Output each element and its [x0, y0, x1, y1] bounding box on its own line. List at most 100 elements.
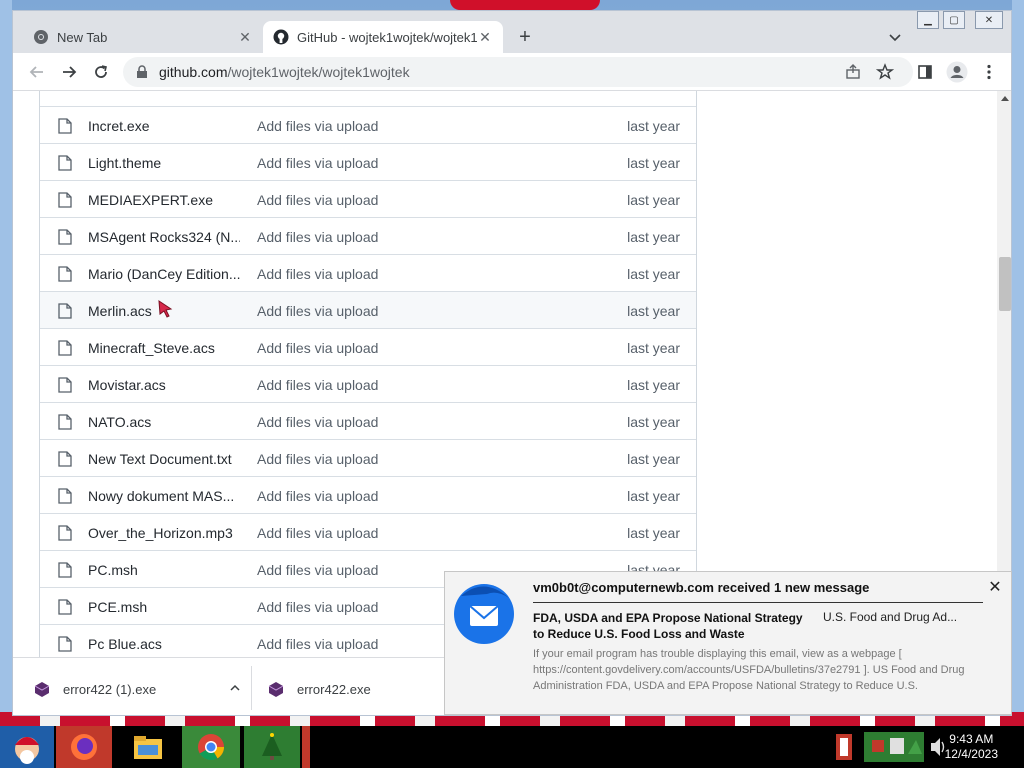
table-row[interactable]: Mario (DanCey Edition... Add files via up…: [40, 254, 696, 291]
close-icon[interactable]: ✕: [987, 579, 1003, 596]
commit-message-link[interactable]: Add files via upload: [257, 414, 457, 430]
commit-message-link[interactable]: Add files via upload: [257, 525, 457, 541]
commit-message-link[interactable]: Add files via upload: [257, 562, 457, 578]
avatar-icon: [946, 61, 968, 83]
profile-button[interactable]: [945, 60, 969, 84]
address-bar[interactable]: github.com/wojtek1wojtek/wojtek1wojtek: [123, 57, 913, 87]
table-row[interactable]: Light.theme Add files via upload last year: [40, 143, 696, 180]
commit-message-link[interactable]: Add files via upload: [257, 340, 457, 356]
download-item[interactable]: error422.exe: [267, 672, 447, 706]
chevron-down-icon[interactable]: [883, 25, 907, 49]
email-notification[interactable]: vm0b0t@computernewb.com received 1 new m…: [444, 571, 1012, 715]
start-button[interactable]: [0, 726, 54, 768]
scrollbar-thumb[interactable]: [999, 257, 1011, 311]
file-name-link[interactable]: PC.msh: [88, 562, 240, 578]
file-name-link[interactable]: New Text Document.txt: [88, 451, 240, 467]
kebab-menu-icon: [987, 64, 991, 80]
file-icon: [58, 525, 72, 541]
commit-message-link[interactable]: Add files via upload: [257, 488, 457, 504]
taskbar-file-explorer[interactable]: [124, 726, 172, 768]
firefox-icon: [71, 734, 97, 760]
url-path: /wojtek1wojtek/wojtek1wojtek: [227, 64, 410, 80]
file-icon: [58, 562, 72, 578]
commit-message-link[interactable]: Add files via upload: [257, 599, 457, 615]
arrow-right-icon: [63, 66, 77, 78]
commit-date: last year: [627, 414, 680, 430]
maximize-button[interactable]: ▢: [943, 11, 965, 29]
commit-date: last year: [627, 340, 680, 356]
commit-message-link[interactable]: Add files via upload: [257, 266, 457, 282]
back-button[interactable]: [25, 60, 49, 84]
table-row[interactable]: Over_the_Horizon.mp3 Add files via upload…: [40, 513, 696, 550]
table-row[interactable]: NATO.acs Add files via upload last year: [40, 402, 696, 439]
file-name-link[interactable]: PCE.msh: [88, 599, 240, 615]
table-row[interactable]: Movistar.acs Add files via upload last yea…: [40, 365, 696, 402]
commit-date: last year: [627, 192, 680, 208]
table-row[interactable]: Minecraft_Steve.acs Add files via upload l…: [40, 328, 696, 365]
commit-message-link[interactable]: Add files via upload: [257, 636, 457, 652]
thunderbird-icon: [454, 584, 514, 644]
file-name-link[interactable]: Nowy dokument MAS...: [88, 488, 240, 504]
clock-time: 9:43 AM: [949, 732, 994, 746]
notification-sender: U.S. Food and Drug Ad...: [823, 610, 958, 624]
executable-file-icon: [268, 682, 284, 697]
network-status-icon[interactable]: [864, 730, 924, 764]
side-panel-button[interactable]: [913, 60, 937, 84]
file-name-link[interactable]: Mario (DanCey Edition...: [88, 266, 240, 282]
close-icon[interactable]: ✕: [477, 29, 493, 45]
close-icon[interactable]: ✕: [237, 29, 253, 45]
commit-message-link[interactable]: Add files via upload: [257, 118, 457, 134]
share-button[interactable]: [841, 60, 865, 84]
file-name-link[interactable]: Over_the_Horizon.mp3: [88, 525, 240, 541]
commit-message-link[interactable]: Add files via upload: [257, 192, 457, 208]
download-filename: error422.exe: [297, 681, 371, 697]
download-filename: error422 (1).exe: [63, 681, 157, 697]
tab-github[interactable]: GitHub - wojtek1wojtek/wojtek1w ✕: [263, 21, 503, 53]
desktop-background-right: [1012, 0, 1024, 712]
commit-message-link[interactable]: Add files via upload: [257, 303, 457, 319]
table-row[interactable]: MSAgent Rocks324 (N... Add files via uplo…: [40, 217, 696, 254]
reload-button[interactable]: [89, 60, 113, 84]
mouse-cursor-icon: [158, 300, 173, 318]
clock-date: 12/4/2023: [944, 747, 998, 761]
table-row[interactable]: MEDIAEXPERT.exe Add files via upload last …: [40, 180, 696, 217]
download-item[interactable]: error422 (1).exe: [33, 672, 243, 706]
commit-date: last year: [627, 377, 680, 393]
commit-message-link[interactable]: Add files via upload: [257, 155, 457, 171]
clock[interactable]: 9:43 AM 12/4/2023: [945, 732, 998, 762]
table-row[interactable]: Incret.exe Add files via upload last year: [40, 106, 696, 143]
file-name-link[interactable]: MSAgent Rocks324 (N...: [88, 229, 240, 245]
file-icon: [58, 340, 72, 356]
file-name-link[interactable]: Light.theme: [88, 155, 240, 171]
file-name-link[interactable]: MEDIAEXPERT.exe: [88, 192, 240, 208]
file-name-link[interactable]: Pc Blue.acs: [88, 636, 240, 652]
commit-message-link[interactable]: Add files via upload: [257, 377, 457, 393]
taskbar-chrome[interactable]: [182, 726, 240, 768]
table-row[interactable]: New Text Document.txt Add files via uploa…: [40, 439, 696, 476]
table-row[interactable]: Nowy dokument MAS... Add files via upload…: [40, 476, 696, 513]
file-name-link[interactable]: Movistar.acs: [88, 377, 240, 393]
tray-app-icon[interactable]: [832, 730, 860, 764]
taskbar-christmas-tree[interactable]: [244, 726, 300, 768]
url-host: github.com: [159, 64, 228, 80]
file-name-link[interactable]: NATO.acs: [88, 414, 240, 430]
file-icon: [58, 377, 72, 393]
bookmark-button[interactable]: [873, 60, 897, 84]
new-tab-button[interactable]: +: [513, 25, 537, 49]
menu-button[interactable]: [977, 60, 1001, 84]
commit-message-link[interactable]: Add files via upload: [257, 451, 457, 467]
executable-file-icon: [34, 682, 50, 697]
folder-icon: [134, 736, 162, 759]
taskbar-firefox[interactable]: [56, 726, 112, 768]
file-name-link[interactable]: Incret.exe: [88, 118, 240, 134]
forward-button[interactable]: [57, 60, 81, 84]
tab-label: GitHub - wojtek1wojtek/wojtek1w: [297, 29, 477, 45]
commit-date: last year: [627, 488, 680, 504]
window-close-button[interactable]: ✕: [975, 11, 1003, 29]
file-name-link[interactable]: Minecraft_Steve.acs: [88, 340, 240, 356]
table-row[interactable]: Merlin.acs Add files via upload last year: [40, 291, 696, 328]
minimize-button[interactable]: ▁: [917, 11, 939, 29]
chevron-up-icon[interactable]: [229, 682, 243, 697]
commit-message-link[interactable]: Add files via upload: [257, 229, 457, 245]
tab-new-tab[interactable]: New Tab ✕: [23, 21, 263, 53]
